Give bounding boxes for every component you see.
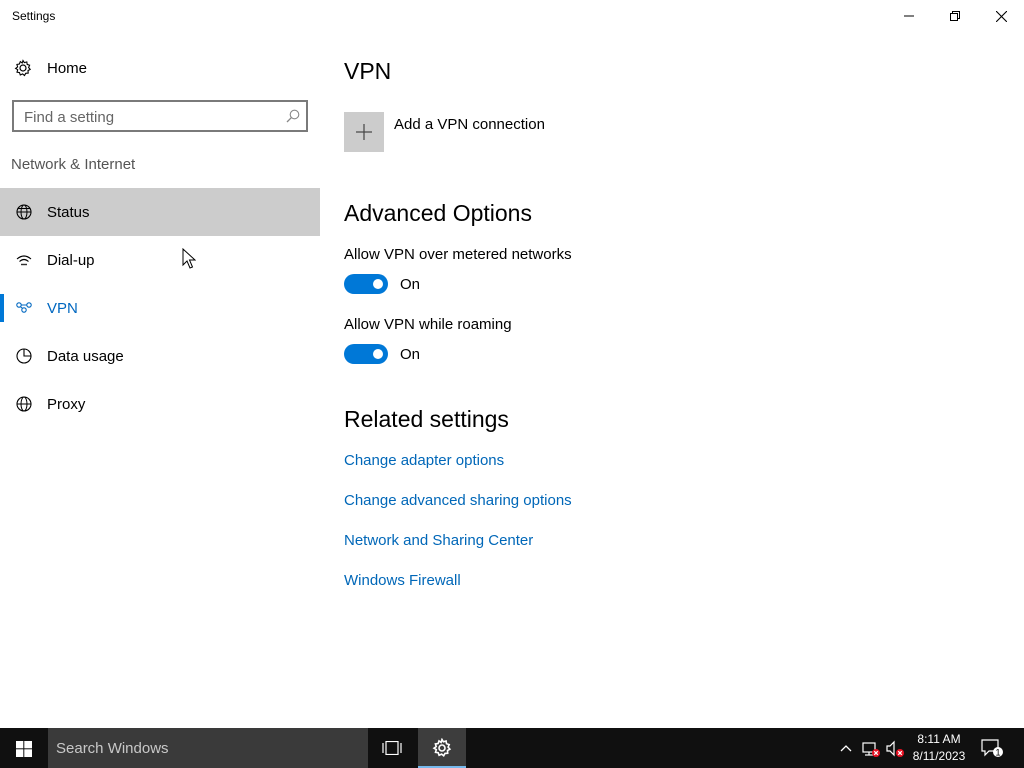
sidebar-item-dialup[interactable]: Dial-up — [0, 236, 320, 284]
sidebar-item-label: Data usage — [47, 348, 124, 365]
main-content: VPN Add a VPN connection Advanced Option… — [344, 32, 1004, 728]
windows-logo-icon — [16, 741, 32, 757]
vpn-icon — [16, 302, 32, 313]
roaming-option-label: Allow VPN while roaming — [344, 316, 512, 333]
task-view-icon — [382, 741, 402, 755]
clock-date: 8/11/2023 — [912, 749, 966, 763]
change-adapter-options-link[interactable]: Change adapter options — [344, 452, 504, 469]
home-label: Home — [47, 60, 88, 77]
close-button[interactable] — [978, 0, 1024, 32]
metered-option-label: Allow VPN over metered networks — [344, 246, 572, 263]
find-setting-search[interactable] — [12, 100, 308, 132]
title-bar: Settings — [0, 0, 1024, 32]
data-usage-icon — [16, 348, 32, 364]
network-sharing-center-link[interactable]: Network and Sharing Center — [344, 532, 533, 549]
minimize-button[interactable] — [886, 0, 932, 32]
sidebar-item-data-usage[interactable]: Data usage — [0, 332, 320, 380]
change-advanced-sharing-link[interactable]: Change advanced sharing options — [344, 492, 572, 509]
metered-toggle[interactable] — [344, 274, 388, 294]
search-icon[interactable] — [286, 109, 300, 123]
start-button[interactable] — [0, 728, 48, 768]
taskbar: Search Windows 8:11 AM 8/11/2023 1 — [0, 728, 1024, 768]
gear-icon — [432, 738, 452, 758]
toggle-knob — [373, 349, 383, 359]
proxy-globe-icon — [16, 396, 32, 412]
sidebar-item-label: Dial-up — [47, 252, 95, 269]
advanced-options-heading: Advanced Options — [344, 200, 532, 226]
add-tile — [344, 112, 384, 152]
network-disconnected-icon[interactable] — [860, 740, 882, 758]
clock-time: 8:11 AM — [917, 732, 961, 746]
add-vpn-label: Add a VPN connection — [394, 116, 545, 133]
sidebar-item-status[interactable]: Status — [0, 188, 320, 236]
dialup-icon — [16, 255, 32, 266]
sidebar: Home Network & Internet Status Dial-up — [0, 32, 320, 728]
restore-icon — [950, 11, 960, 21]
minimize-icon — [904, 15, 914, 17]
sidebar-item-label: VPN — [47, 300, 78, 317]
sidebar-item-label: Proxy — [47, 396, 86, 413]
notification-count: 1 — [995, 748, 1000, 758]
sidebar-item-label: Status — [47, 204, 90, 221]
chevron-up-icon[interactable] — [836, 740, 856, 756]
page-title: VPN — [344, 58, 392, 84]
home-nav-item[interactable]: Home — [0, 46, 320, 90]
related-settings-heading: Related settings — [344, 406, 509, 432]
restore-button[interactable] — [932, 0, 978, 32]
mouse-pointer-icon — [182, 248, 196, 269]
search-input[interactable] — [24, 107, 274, 127]
roaming-toggle-state: On — [400, 346, 421, 363]
close-icon — [995, 10, 1007, 22]
taskbar-clock[interactable]: 8:11 AM 8/11/2023 — [906, 731, 972, 765]
task-view-button[interactable] — [368, 728, 416, 768]
taskbar-search[interactable]: Search Windows — [48, 728, 368, 768]
sidebar-item-proxy[interactable]: Proxy — [0, 380, 320, 428]
add-vpn-button[interactable]: Add a VPN connection — [344, 112, 604, 154]
globe-status-icon — [16, 204, 32, 220]
section-title: Network & Internet — [11, 156, 136, 173]
metered-toggle-state: On — [400, 276, 421, 293]
toggle-knob — [373, 279, 383, 289]
window-title: Settings — [12, 9, 56, 23]
action-center-icon[interactable]: 1 — [980, 738, 1004, 758]
roaming-toggle[interactable] — [344, 344, 388, 364]
volume-muted-icon[interactable] — [884, 740, 906, 758]
taskbar-search-text: Search Windows — [56, 740, 169, 757]
settings-taskbar-button[interactable] — [418, 728, 466, 768]
windows-firewall-link[interactable]: Windows Firewall — [344, 572, 461, 589]
selection-indicator — [0, 294, 4, 322]
plus-icon — [356, 124, 372, 140]
gear-icon — [14, 59, 32, 77]
sidebar-item-vpn[interactable]: VPN — [0, 284, 320, 332]
